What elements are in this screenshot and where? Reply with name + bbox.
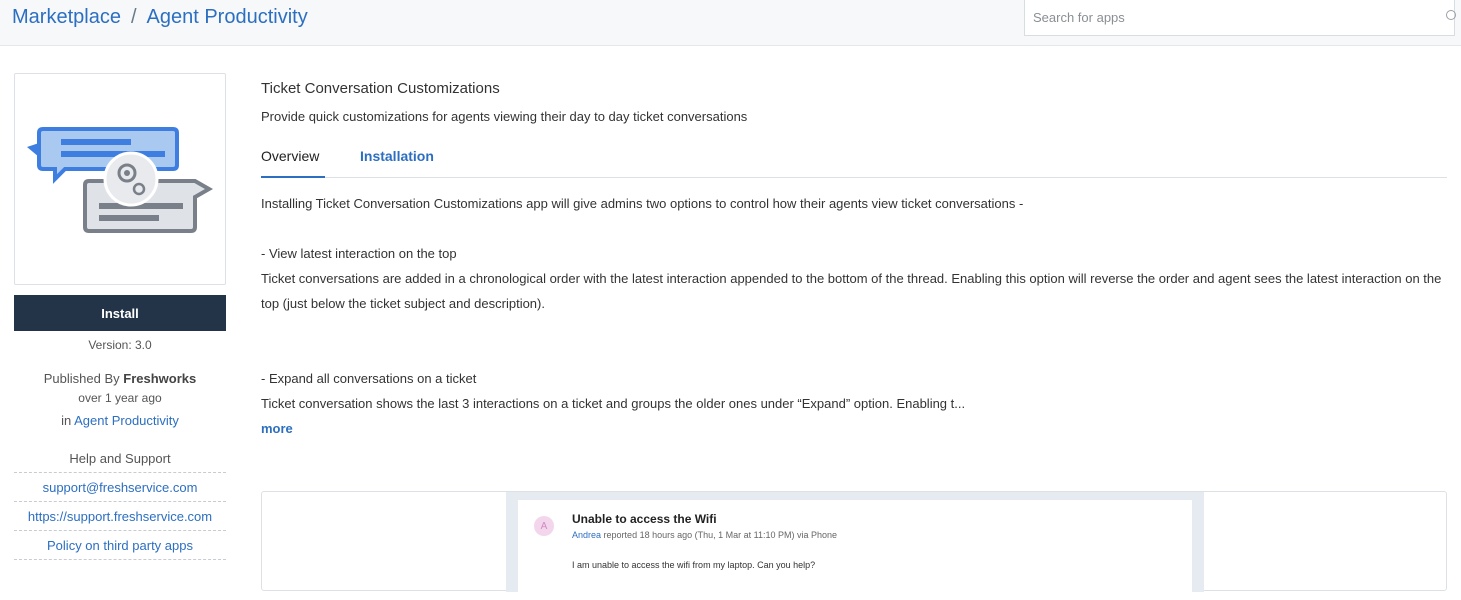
category-prefix: in: [61, 413, 72, 428]
publisher-name: Freshworks: [123, 371, 197, 386]
breadcrumb-marketplace[interactable]: Marketplace: [12, 6, 121, 28]
help-support-title: Help and Support: [14, 451, 226, 473]
overview-intro: Installing Ticket Conversation Customiza…: [261, 196, 1024, 211]
app-screenshot[interactable]: A Unable to access the Wifi Andrea repor…: [261, 491, 1447, 600]
ticket-meta-text: reported 18 hours ago (Thu, 1 Mar at 11:…: [603, 530, 838, 540]
published-by: Published By Freshworks: [14, 371, 226, 386]
screenshot-ticket-card: A Unable to access the Wifi Andrea repor…: [518, 500, 1192, 600]
category-line: in Agent Productivity: [14, 413, 226, 428]
main-content: Ticket Conversation Customizations Provi…: [261, 80, 1447, 441]
third-party-policy-link[interactable]: Policy on third party apps: [14, 531, 226, 560]
sidebar: Install Version: 3.0 Published By Freshw…: [14, 73, 226, 560]
breadcrumb: Marketplace / Agent Productivity: [12, 6, 308, 29]
option2-title: - Expand all conversations on a ticket: [261, 371, 477, 386]
breadcrumb-separator: /: [130, 6, 137, 28]
avatar: A: [534, 516, 554, 536]
chat-bubbles-gear-icon: [27, 127, 214, 233]
screenshot-frame: A Unable to access the Wifi Andrea repor…: [506, 492, 1204, 600]
install-button[interactable]: Install: [14, 295, 226, 331]
app-logo: [14, 73, 226, 285]
more-link[interactable]: more: [261, 421, 293, 436]
tab-installation[interactable]: Installation: [360, 148, 434, 178]
option1-body: Ticket conversations are added in a chro…: [261, 271, 1442, 311]
published-prefix: Published By: [43, 371, 120, 386]
option2-body: Ticket conversation shows the last 3 int…: [261, 396, 966, 411]
support-email-link[interactable]: support@freshservice.com: [14, 473, 226, 502]
ticket-meta: Andrea reported 18 hours ago (Thu, 1 Mar…: [572, 530, 837, 540]
support-site-link[interactable]: https://support.freshservice.com: [14, 502, 226, 531]
search-input[interactable]: [1025, 0, 1425, 34]
ticket-message: I am unable to access the wifi from my l…: [572, 560, 816, 570]
category-link[interactable]: Agent Productivity: [74, 413, 179, 428]
ticket-title: Unable to access the Wifi: [572, 512, 717, 526]
overview-content: Installing Ticket Conversation Customiza…: [261, 191, 1447, 441]
search-box: [1024, 0, 1456, 36]
option1-title: - View latest interaction on the top: [261, 246, 457, 261]
app-description: Provide quick customizations for agents …: [261, 109, 748, 124]
app-title: Ticket Conversation Customizations: [261, 80, 500, 97]
tab-bar: Overview Installation: [261, 148, 1447, 178]
search-icon[interactable]: [1446, 10, 1456, 20]
breadcrumb-agent-productivity[interactable]: Agent Productivity: [147, 6, 308, 28]
tab-overview[interactable]: Overview: [261, 148, 325, 178]
top-header: Marketplace / Agent Productivity: [0, 0, 1461, 46]
app-version: Version: 3.0: [88, 338, 152, 352]
reporter-name: Andrea: [572, 530, 602, 540]
published-time: over 1 year ago: [78, 391, 162, 405]
